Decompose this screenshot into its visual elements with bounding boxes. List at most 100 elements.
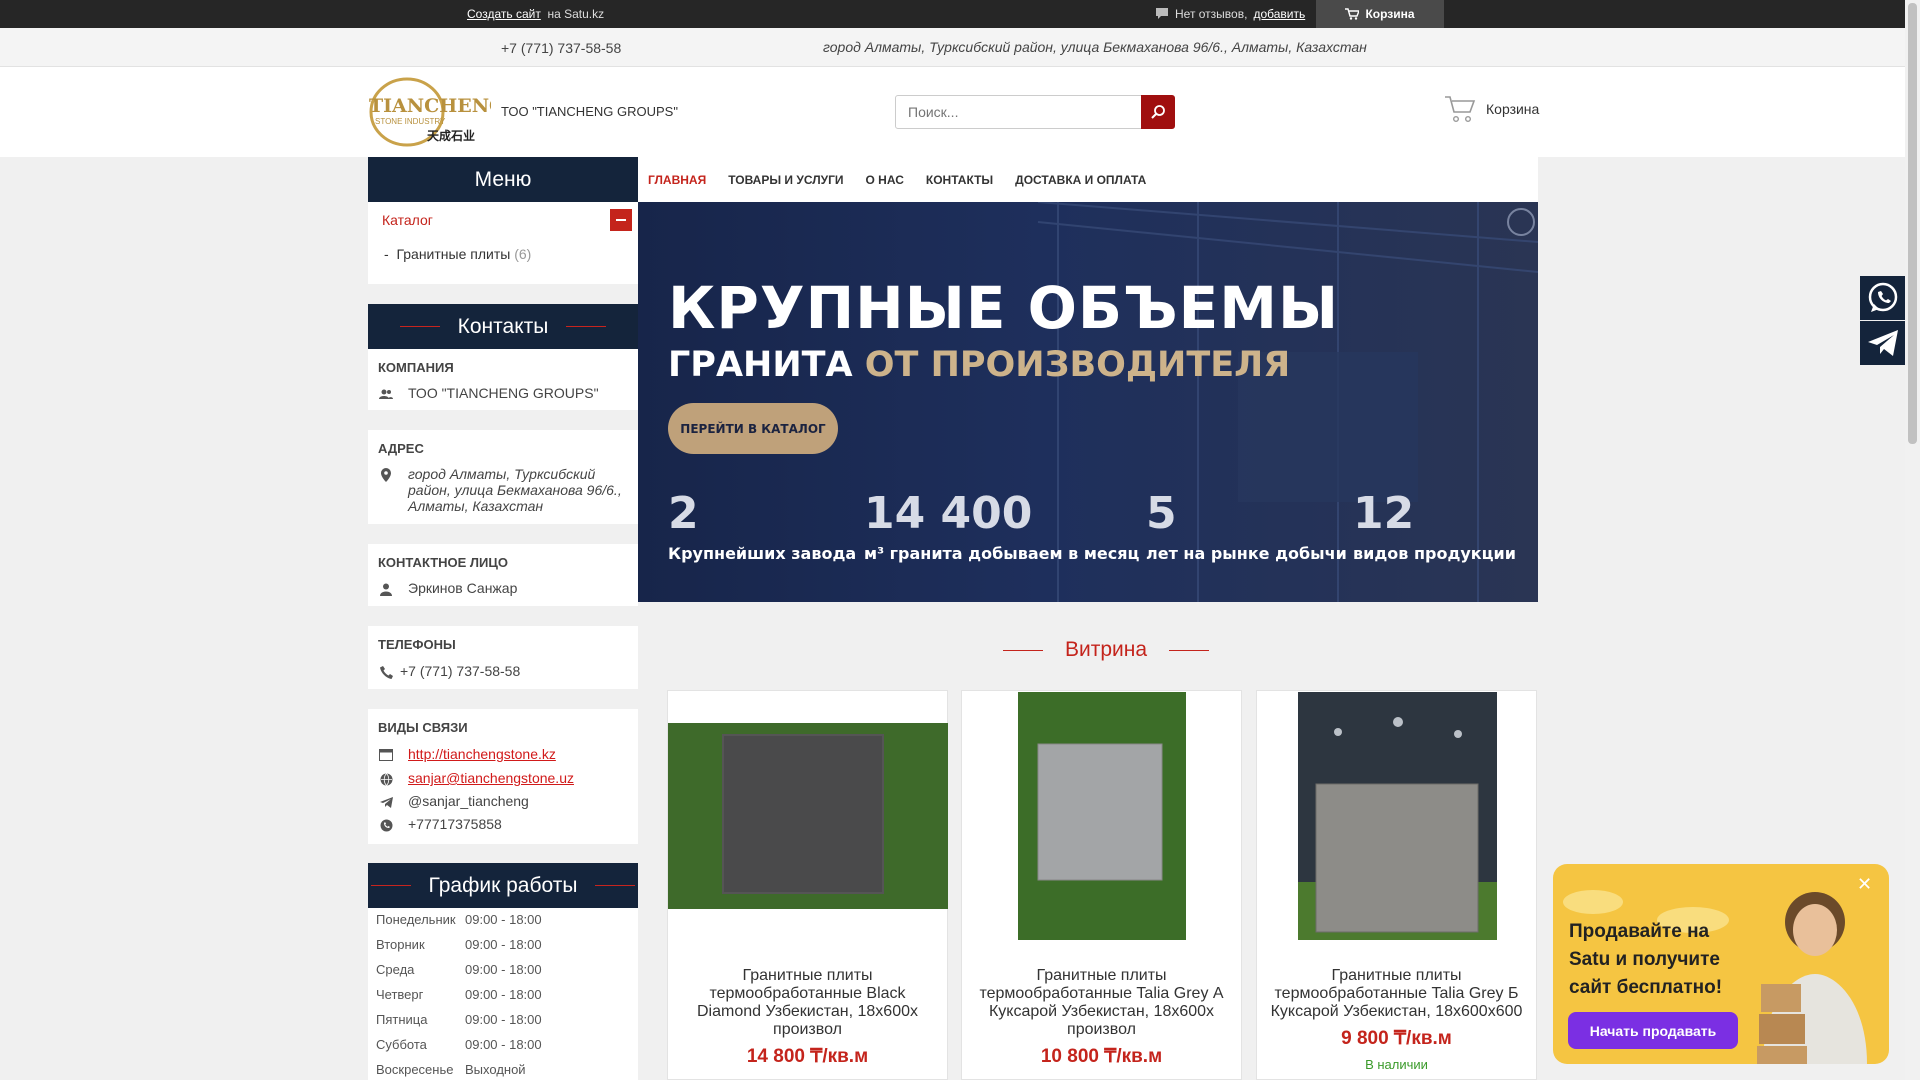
banner-subheadline-gold: ОТ ПРОИЗВОДИТЕЛЯ bbox=[864, 345, 1291, 385]
search-button[interactable] bbox=[1141, 95, 1175, 129]
cart-icon bbox=[1345, 8, 1360, 20]
contact-person-heading: КОНТАКТНОЕ ЛИЦО bbox=[378, 555, 508, 570]
product-image[interactable] bbox=[668, 723, 948, 909]
schedule-table: Понедельник 09:00 - 18:00 Вторник 09:00 - … bbox=[368, 908, 638, 1080]
product-image[interactable] bbox=[1298, 692, 1497, 940]
hero-banner[interactable]: КРУПНЫЕ ОБЪЕМЫ ГРАНИТА ОТ ПРОИЗВОДИТЕЛЯ … bbox=[638, 202, 1538, 602]
website-link[interactable]: http://tianchengstone.kz bbox=[408, 746, 556, 762]
nav-delivery[interactable]: ДОСТАВКА И ОПЛАТА bbox=[1015, 173, 1146, 187]
title-divider bbox=[595, 885, 636, 886]
schedule-time: 09:00 - 18:00 bbox=[465, 987, 542, 1002]
schedule-title-text: График работы bbox=[428, 873, 578, 897]
address-line: район, улица Бекмаханова 96/6., bbox=[408, 482, 622, 498]
banner-stat-label: лет на рынке добычи bbox=[1146, 544, 1347, 563]
banner-stat-number: 5 bbox=[1146, 488, 1177, 539]
comment-icon bbox=[1156, 8, 1168, 19]
header-cart[interactable]: Корзина bbox=[1444, 94, 1539, 124]
logo-chinese: 天成石业 bbox=[427, 128, 475, 143]
address-heading: АДРЕС bbox=[378, 441, 424, 456]
schedule-day: Понедельник bbox=[376, 912, 456, 927]
banner-subheadline: ГРАНИТА ОТ ПРОИЗВОДИТЕЛЯ bbox=[668, 345, 1290, 385]
cart-icon bbox=[1445, 96, 1476, 123]
showcase-title-text: Витрина bbox=[1065, 638, 1148, 661]
schedule-time: 09:00 - 18:00 bbox=[465, 912, 542, 927]
nav-contacts[interactable]: КОНТАКТЫ bbox=[926, 173, 993, 187]
close-icon[interactable]: ✕ bbox=[1857, 874, 1872, 895]
product-title[interactable]: Гранитные плиты термообработанные Talia … bbox=[970, 967, 1233, 1039]
whatsapp-value: +77717375858 bbox=[408, 816, 502, 832]
company-heading: КОМПАНИЯ bbox=[378, 360, 454, 375]
address-row: город Алматы, Турксибский район, улица Б… bbox=[378, 466, 622, 514]
title-divider bbox=[1003, 649, 1043, 651]
logo-text: TIANCHENG bbox=[369, 95, 491, 117]
product-image[interactable] bbox=[1018, 692, 1186, 940]
schedule-day: Суббота bbox=[376, 1037, 427, 1052]
promo-text-line: Продавайте на bbox=[1569, 921, 1710, 942]
nav-home[interactable]: ГЛАВНАЯ bbox=[648, 173, 706, 187]
phones-heading: ТЕЛЕФОНЫ bbox=[378, 637, 456, 652]
product-card[interactable]: Гранитные плиты термообработанные Talia … bbox=[961, 690, 1242, 1080]
product-card[interactable]: Гранитные плиты термообработанные Black … bbox=[667, 690, 948, 1080]
company-box: КОМПАНИЯ ТОО "TIANCHENG GROUPS" bbox=[368, 349, 638, 410]
whatsapp-button[interactable] bbox=[1860, 276, 1905, 320]
scrollbar-thumb[interactable] bbox=[1908, 3, 1917, 444]
banner-subheadline-white: ГРАНИТА bbox=[668, 345, 853, 385]
banner-stat-number: 14 400 bbox=[864, 488, 1033, 539]
site-header: TIANCHENG STONE INDUSTRY 天成石业 ТОО "TIANC… bbox=[0, 67, 1905, 157]
title-divider bbox=[566, 326, 607, 327]
phones-box: ТЕЛЕФОНЫ +7 (771) 737-58-58 bbox=[368, 626, 638, 689]
catalog-item-label: Гранитные плиты bbox=[396, 246, 511, 262]
catalog-link[interactable]: Каталог bbox=[382, 212, 433, 228]
address-value: город Алматы, Турксибский район, улица Б… bbox=[408, 466, 622, 514]
phone-value[interactable]: +7 (771) 737-58-58 bbox=[400, 663, 520, 679]
product-price: 10 800 ₸/кв.м bbox=[1040, 1046, 1163, 1067]
map-pin-icon bbox=[378, 467, 394, 483]
schedule-time: 09:00 - 18:00 bbox=[465, 1012, 542, 1027]
people-icon bbox=[378, 386, 394, 402]
product-title[interactable]: Гранитные плиты термообработанные Black … bbox=[676, 967, 939, 1039]
phone-row: +7 (771) 737-58-58 bbox=[378, 663, 520, 680]
catalog-collapse-button[interactable] bbox=[610, 209, 632, 231]
availability-status: В наличии bbox=[1365, 1057, 1428, 1072]
address-line: город Алматы, Турксибский bbox=[408, 466, 596, 482]
contact-person-value: Эркинов Санжар bbox=[408, 580, 518, 596]
catalog-item-granite[interactable]: - Гранитные плиты (6) bbox=[384, 246, 531, 262]
schedule-day: Воскресенье bbox=[376, 1062, 454, 1077]
site-row: http://tianchengstone.kz bbox=[378, 746, 556, 763]
search-icon bbox=[1151, 105, 1165, 119]
cart-label: Корзина bbox=[1486, 101, 1540, 117]
minus-icon bbox=[616, 219, 626, 221]
whatsapp-row: +77717375858 bbox=[378, 816, 502, 833]
nav-about[interactable]: О НАС bbox=[866, 173, 904, 187]
telegram-button[interactable] bbox=[1860, 321, 1905, 365]
top-cart-button[interactable]: Корзина bbox=[1316, 0, 1444, 28]
promo-text: Продавайте на Satu и получите сайт беспл… bbox=[1569, 918, 1722, 1002]
catalog-box: Каталог - Гранитные плиты (6) bbox=[368, 202, 638, 284]
no-reviews-text: Нет отзывов, bbox=[1175, 7, 1248, 21]
product-price: 9 800 ₸/кв.м bbox=[1341, 1028, 1452, 1049]
website-icon bbox=[378, 747, 394, 763]
whatsapp-icon bbox=[378, 817, 394, 833]
banner-stat-number: 2 bbox=[668, 488, 699, 539]
product-title[interactable]: Гранитные плиты термообработанные Talia … bbox=[1265, 967, 1528, 1021]
page-scrollbar[interactable] bbox=[1905, 0, 1920, 1080]
company-value: ТОО "TIANCHENG GROUPS" bbox=[408, 385, 599, 401]
schedule-time: 09:00 - 18:00 bbox=[465, 962, 542, 977]
nav-products[interactable]: ТОВАРЫ И УСЛУГИ bbox=[728, 173, 843, 187]
search-input[interactable] bbox=[895, 95, 1142, 129]
schedule-day: Пятница bbox=[376, 1012, 428, 1027]
banner-stat-label: Крупнейших завода bbox=[668, 544, 857, 563]
header-phone[interactable]: +7 (771) 737-58-58 bbox=[501, 40, 621, 56]
add-review-link[interactable]: добавить bbox=[1253, 7, 1305, 21]
go-to-catalog-button[interactable]: ПЕРЕЙТИ В КАТАЛОГ bbox=[668, 403, 838, 454]
create-site-link[interactable]: Создать сайт bbox=[467, 7, 541, 21]
menu-title-text: Меню bbox=[474, 167, 532, 191]
email-link[interactable]: sanjar@tianchengstone.uz bbox=[408, 770, 574, 786]
top-bar: Создать сайт на Satu.kz Нет отзывов, доб… bbox=[0, 0, 1905, 28]
header-address: город Алматы, Турксибский район, улица Б… bbox=[823, 39, 1367, 55]
company-logo[interactable]: TIANCHENG STONE INDUSTRY 天成石业 bbox=[367, 76, 491, 148]
schedule-time: 09:00 - 18:00 bbox=[465, 937, 542, 952]
globe-icon bbox=[378, 771, 394, 787]
product-card[interactable]: Гранитные плиты термообработанные Talia … bbox=[1256, 690, 1537, 1080]
start-selling-button[interactable]: Начать продавать bbox=[1568, 1012, 1738, 1049]
